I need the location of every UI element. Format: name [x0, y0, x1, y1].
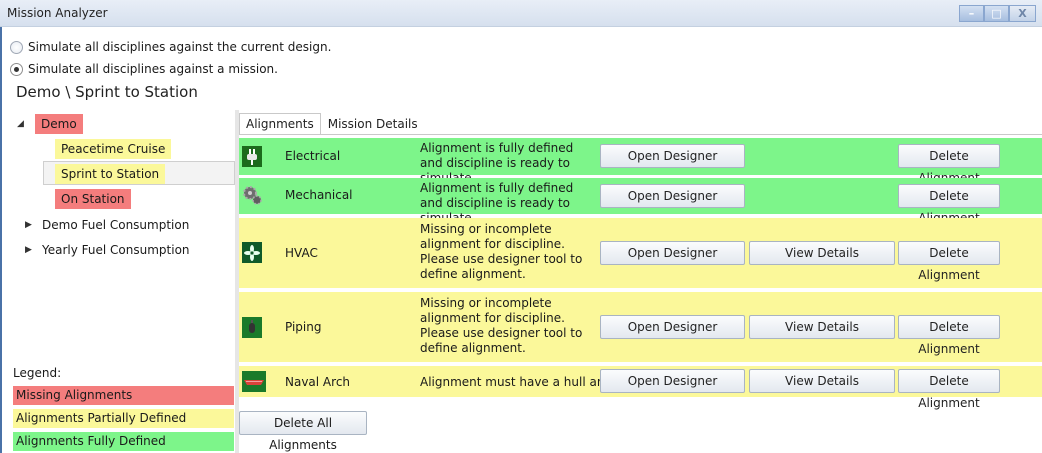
close-button[interactable]: X	[1009, 5, 1036, 22]
radio-mission[interactable]	[10, 62, 23, 76]
alignment-name: Electrical	[285, 149, 341, 163]
alignment-row-electrical: Electrical Alignment is fully defined an…	[239, 138, 1042, 185]
breadcrumb: Demo \ Sprint to Station	[16, 83, 198, 101]
option-current-design-label: Simulate all disciplines against the cur…	[28, 40, 332, 54]
tree-item-label: Sprint to Station	[55, 164, 166, 184]
alignment-status: Alignment must have a hull and	[420, 375, 613, 389]
legend-title: Legend:	[13, 366, 62, 380]
gear-icon	[242, 184, 262, 205]
alignment-name: Piping	[285, 320, 322, 334]
alignment-row-naval-arch: Naval Arch Alignment must have a hull an…	[239, 366, 1042, 410]
option-current-design[interactable]: Simulate all disciplines against the cur…	[10, 36, 331, 58]
option-mission-label: Simulate all disciplines against a missi…	[28, 62, 278, 76]
delete-all-alignments-button[interactable]: Delete All Alignments	[239, 411, 367, 452]
open-designer-button[interactable]: Open Designer	[600, 241, 745, 265]
alignment-name: HVAC	[285, 246, 318, 260]
option-mission[interactable]: Simulate all disciplines against a missi…	[10, 58, 331, 80]
open-designer-button[interactable]: Open Designer	[600, 369, 745, 393]
alignment-status: Missing or incomplete alignment for disc…	[420, 296, 583, 355]
simulation-options: Simulate all disciplines against the cur…	[10, 36, 331, 80]
tree-item-demo-label: Demo	[35, 114, 83, 134]
alignment-row-mechanical: Mechanical Alignment is fully defined an…	[239, 178, 1042, 225]
alignment-row-hvac: HVAC Missing or incomplete alignment for…	[239, 218, 1042, 288]
expanded-arrow-icon[interactable]: ◢	[17, 114, 24, 134]
maximize-button[interactable]: □	[984, 5, 1009, 22]
tree-item-on-station[interactable]: On Station	[55, 189, 131, 209]
legend-full: Alignments Fully Defined	[13, 432, 234, 451]
minimize-button[interactable]: –	[959, 5, 984, 22]
valve-icon	[242, 317, 262, 338]
tree-item-peacetime-cruise[interactable]: Peacetime Cruise	[55, 139, 172, 159]
tab-mission-details[interactable]: Mission Details	[321, 113, 425, 135]
tree-item-demo-fuel-consumption[interactable]: ▶ Demo Fuel Consumption	[25, 215, 189, 235]
legend-partial: Alignments Partially Defined	[13, 409, 234, 428]
tab-alignments[interactable]: Alignments	[239, 113, 321, 135]
open-designer-button[interactable]: Open Designer	[600, 184, 745, 208]
collapsed-arrow-icon[interactable]: ▶	[25, 240, 32, 260]
tab-divider	[239, 134, 1042, 135]
open-designer-button[interactable]: Open Designer	[600, 144, 745, 168]
tab-bar: Alignments Mission Details	[239, 113, 425, 135]
ship-icon	[242, 371, 266, 392]
window-border	[0, 0, 2, 453]
collapsed-arrow-icon[interactable]: ▶	[25, 215, 32, 235]
window-title: Mission Analyzer	[7, 6, 108, 20]
view-details-button[interactable]: View Details	[749, 241, 895, 265]
delete-alignment-button[interactable]: Delete Alignment	[898, 315, 1000, 356]
delete-alignment-button[interactable]: Delete Alignment	[898, 144, 1000, 185]
tree-item-label: Yearly Fuel Consumption	[42, 243, 190, 257]
title-bar: Mission Analyzer – □ X	[0, 0, 1042, 27]
window-controls: – □ X	[959, 5, 1036, 22]
alignment-status: Missing or incomplete alignment for disc…	[420, 222, 583, 281]
view-details-button[interactable]: View Details	[749, 369, 895, 393]
tree-item-label: Peacetime Cruise	[55, 139, 172, 159]
delete-alignment-button[interactable]: Delete Alignment	[898, 184, 1000, 225]
alignment-row-piping: Piping Missing or incomplete alignment f…	[239, 292, 1042, 362]
tree-item-sprint-to-station[interactable]: Sprint to Station	[55, 164, 166, 184]
legend-missing: Missing Alignments	[13, 386, 234, 405]
tree-item-label: On Station	[55, 189, 131, 209]
tree-item-yearly-fuel-consumption[interactable]: ▶ Yearly Fuel Consumption	[25, 240, 190, 260]
open-designer-button[interactable]: Open Designer	[600, 315, 745, 339]
tree-item-label: Demo Fuel Consumption	[42, 218, 190, 232]
alignment-name: Mechanical	[285, 188, 353, 202]
alignment-name: Naval Arch	[285, 375, 351, 389]
delete-alignment-button[interactable]: Delete Alignment	[898, 241, 1000, 282]
tree-item-demo[interactable]: ◢ Demo	[17, 114, 83, 134]
electrical-icon	[242, 146, 262, 167]
radio-current-design[interactable]	[10, 40, 23, 54]
view-details-button[interactable]: View Details	[749, 315, 895, 339]
fan-icon	[242, 242, 262, 263]
delete-alignment-button[interactable]: Delete Alignment	[898, 369, 1000, 410]
